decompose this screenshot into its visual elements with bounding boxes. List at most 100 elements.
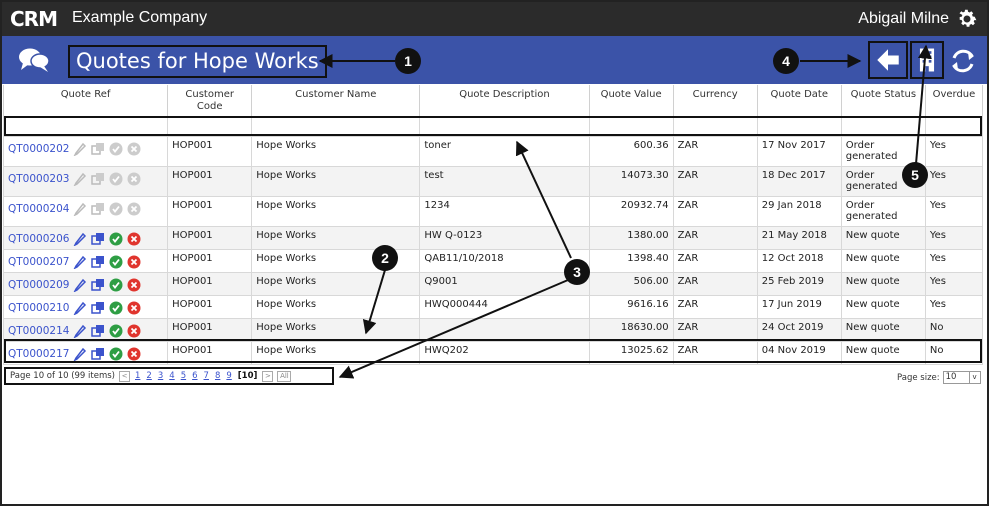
pager-page-link[interactable]: 2 <box>146 371 151 381</box>
edit-icon[interactable] <box>73 324 87 339</box>
filter-cell[interactable] <box>840 117 926 137</box>
column-header-overdue[interactable]: Overdue <box>924 85 984 118</box>
quote-ref-link[interactable]: QT0000210 <box>8 302 69 314</box>
quote-ref-link[interactable]: QT0000204 <box>8 203 69 215</box>
table-row[interactable]: QT0000214 HOP001 Hope Works 18630.00 ZAR 24 O… <box>2 318 984 342</box>
table-row[interactable]: QT0000209 HOP001 Hope Works Q9001 506.00 ZAR 2… <box>2 272 984 296</box>
pager-page-link[interactable]: 5 <box>181 371 186 381</box>
pager-page-link[interactable]: 4 <box>169 371 174 381</box>
reject-icon[interactable] <box>127 347 141 361</box>
copy-icon[interactable] <box>91 142 105 156</box>
accept-icon[interactable] <box>109 202 123 216</box>
edit-icon[interactable] <box>73 202 87 217</box>
pager-page-link[interactable]: 9 <box>226 371 231 381</box>
pager-all-button[interactable]: All <box>277 370 292 382</box>
quote-ref-link[interactable]: QT0000203 <box>8 173 69 185</box>
column-header-quote-date[interactable]: Quote Date <box>756 85 842 118</box>
copy-icon[interactable] <box>91 202 105 216</box>
quote-ref-link[interactable]: QT0000202 <box>8 143 69 155</box>
quote-ref-link[interactable]: QT0000214 <box>8 325 69 337</box>
edit-icon[interactable] <box>73 255 87 270</box>
filter-cell[interactable] <box>672 117 758 137</box>
quote-ref-link[interactable]: QT0000207 <box>8 256 69 268</box>
reject-icon[interactable] <box>127 324 141 338</box>
column-header-quote-description[interactable]: Quote Description <box>419 85 590 118</box>
table-row[interactable]: QT0000206 HOP001 Hope Works HW Q-0123 1380.0… <box>2 226 984 250</box>
quote-ref-link[interactable]: QT0000206 <box>8 233 69 245</box>
page-size-select[interactable]: 10 v <box>942 371 981 384</box>
table-row[interactable]: QT0000210 HOP001 Hope Works HWQ000444 9616.1… <box>2 295 984 319</box>
pager-prev-button[interactable]: < <box>119 370 130 382</box>
filter-cell[interactable] <box>251 117 421 137</box>
quote-ref-link[interactable]: QT0000217 <box>8 348 69 360</box>
reject-icon[interactable] <box>127 172 141 186</box>
quote-date-cell: 17 Nov 2017 <box>756 136 842 167</box>
filter-cell[interactable] <box>588 117 674 137</box>
pager-page-link[interactable]: 6 <box>192 371 197 381</box>
column-header-currency[interactable]: Currency <box>672 85 758 118</box>
back-button[interactable] <box>868 41 908 79</box>
callout-2: 2 <box>372 245 398 271</box>
filter-cell[interactable] <box>756 117 842 137</box>
column-header-quote-status[interactable]: Quote Status <box>840 85 926 118</box>
filter-cell[interactable] <box>167 117 253 137</box>
accept-icon[interactable] <box>109 232 123 246</box>
user-name[interactable]: Abigail Milne <box>858 10 949 28</box>
reject-icon[interactable] <box>127 255 141 269</box>
edit-icon[interactable] <box>73 172 87 187</box>
edit-icon[interactable] <box>73 232 87 247</box>
column-header-customer-code[interactable]: Customer Code <box>167 85 253 118</box>
table-row[interactable]: QT0000207 HOP001 Hope Works QAB11/10/2018 13… <box>2 249 984 273</box>
copy-icon[interactable] <box>91 172 105 186</box>
quote-ref-cell: QT0000209 <box>2 272 169 296</box>
reject-icon[interactable] <box>127 142 141 156</box>
reject-icon[interactable] <box>127 301 141 315</box>
quote-ref-cell: QT0000210 <box>2 295 169 319</box>
copy-icon[interactable] <box>91 232 105 246</box>
reject-icon[interactable] <box>127 202 141 216</box>
edit-icon[interactable] <box>73 142 87 157</box>
table-row[interactable]: QT0000203 HOP001 Hope Works test 14073.30 ZAR… <box>2 166 984 197</box>
pager-page-link[interactable]: 8 <box>215 371 220 381</box>
table-row[interactable]: QT0000204 HOP001 Hope Works 1234 20932.74 ZAR… <box>2 196 984 227</box>
quote-date-cell: 12 Oct 2018 <box>756 249 842 273</box>
edit-icon[interactable] <box>73 278 87 293</box>
filter-cell[interactable] <box>924 117 984 137</box>
company-building-button[interactable] <box>910 41 944 79</box>
reject-icon[interactable] <box>127 278 141 292</box>
accept-icon[interactable] <box>109 172 123 186</box>
reject-icon[interactable] <box>127 232 141 246</box>
copy-icon[interactable] <box>91 324 105 338</box>
column-header-customer-name[interactable]: Customer Name <box>251 85 421 118</box>
copy-icon[interactable] <box>91 347 105 361</box>
copy-icon[interactable] <box>91 278 105 292</box>
gear-icon[interactable] <box>955 7 979 31</box>
edit-icon[interactable] <box>73 347 87 362</box>
page-title: Quotes for Hope Works <box>68 45 327 78</box>
column-header-quote-ref[interactable]: Quote Ref <box>2 85 169 118</box>
pager-page-link[interactable]: 3 <box>158 371 163 381</box>
table-row[interactable]: QT0000217 HOP001 Hope Works HWQ202 13025.62 Z… <box>2 341 984 365</box>
pager-next-button[interactable]: > <box>262 370 274 382</box>
crm-logo[interactable]: CRM <box>10 7 58 31</box>
pager-page-link[interactable]: 1 <box>135 371 140 381</box>
quote-status-cell: New quote <box>840 318 926 342</box>
accept-icon[interactable] <box>109 301 123 315</box>
copy-icon[interactable] <box>91 255 105 269</box>
copy-icon[interactable] <box>91 301 105 315</box>
column-header-quote-value[interactable]: Quote Value <box>588 85 674 118</box>
filter-cell[interactable] <box>2 117 169 137</box>
accept-icon[interactable] <box>109 255 123 269</box>
chevron-down-icon[interactable]: v <box>968 372 980 383</box>
accept-icon[interactable] <box>109 324 123 338</box>
filter-cell[interactable] <box>419 117 590 137</box>
quote-ref-link[interactable]: QT0000209 <box>8 279 69 291</box>
table-row[interactable]: QT0000202 HOP001 Hope Works toner 600.36 ZAR 1… <box>2 136 984 167</box>
quote-description-cell: toner <box>419 136 590 167</box>
accept-icon[interactable] <box>109 347 123 361</box>
pager-page-link[interactable]: 7 <box>204 371 209 381</box>
refresh-icon[interactable] <box>948 46 978 76</box>
edit-icon[interactable] <box>73 301 87 316</box>
accept-icon[interactable] <box>109 142 123 156</box>
accept-icon[interactable] <box>109 278 123 292</box>
